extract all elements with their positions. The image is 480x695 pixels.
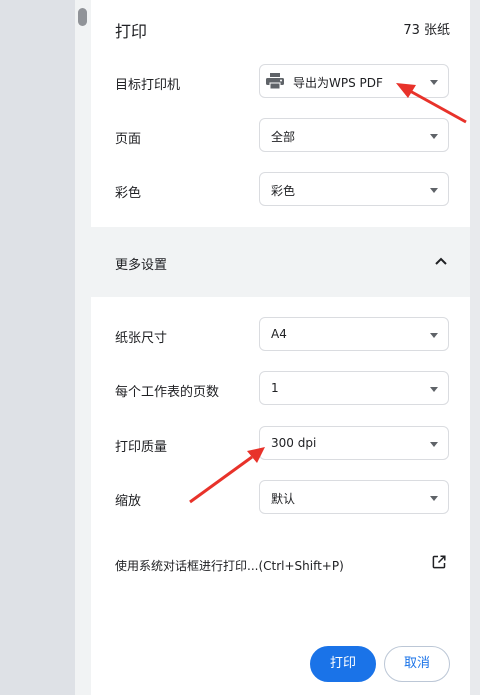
- pages-select[interactable]: 全部: [259, 118, 449, 152]
- printer-select[interactable]: 导出为WPS PDF: [259, 64, 449, 98]
- paper-size-select[interactable]: A4: [259, 317, 449, 351]
- quality-label: 打印质量: [115, 440, 168, 455]
- scrollbar-thumb[interactable]: [78, 8, 87, 26]
- pages-per-sheet-select[interactable]: 1: [259, 371, 449, 405]
- chevron-down-icon: [430, 442, 438, 447]
- pages-value: 全部: [271, 130, 296, 144]
- dialog-title: 打印: [115, 22, 148, 41]
- pages-label: 页面: [115, 132, 142, 147]
- print-button[interactable]: 打印: [310, 646, 376, 682]
- system-dialog-link[interactable]: 使用系统对话框进行打印...(Ctrl+Shift+P): [115, 557, 344, 574]
- more-settings-label: 更多设置: [115, 258, 168, 273]
- print-dialog: 打印 73 张纸 目标打印机 导出为WPS PDF 页面 全部 彩色 彩色 更多…: [91, 0, 470, 695]
- sheet-count: 73 张纸: [403, 23, 450, 38]
- color-select[interactable]: 彩色: [259, 172, 449, 206]
- chevron-down-icon: [430, 387, 438, 392]
- chevron-down-icon: [430, 188, 438, 193]
- background-right: [470, 0, 480, 695]
- more-settings-toggle[interactable]: 更多设置: [91, 227, 470, 297]
- printer-value: 导出为WPS PDF: [293, 76, 383, 90]
- color-value: 彩色: [271, 184, 296, 198]
- quality-select[interactable]: 300 dpi: [259, 426, 449, 460]
- pages-per-sheet-value: 1: [271, 381, 279, 395]
- cancel-button[interactable]: 取消: [384, 646, 450, 682]
- chevron-down-icon: [430, 80, 438, 85]
- chevron-up-icon: [435, 257, 447, 265]
- paper-size-value: A4: [271, 327, 287, 341]
- printer-icon: [266, 73, 284, 89]
- chevron-down-icon: [430, 333, 438, 338]
- chevron-down-icon: [430, 496, 438, 501]
- scale-select[interactable]: 默认: [259, 480, 449, 514]
- printer-label: 目标打印机: [115, 78, 181, 93]
- scale-value: 默认: [271, 492, 296, 506]
- scrollbar-track[interactable]: [75, 0, 91, 695]
- open-in-new-icon[interactable]: [432, 555, 446, 569]
- background-left: [0, 0, 75, 695]
- chevron-down-icon: [430, 134, 438, 139]
- color-label: 彩色: [115, 186, 142, 201]
- quality-value: 300 dpi: [271, 436, 317, 450]
- paper-size-label: 纸张尺寸: [115, 331, 168, 346]
- pages-per-sheet-label: 每个工作表的页数: [115, 385, 220, 400]
- scale-label: 缩放: [115, 494, 142, 509]
